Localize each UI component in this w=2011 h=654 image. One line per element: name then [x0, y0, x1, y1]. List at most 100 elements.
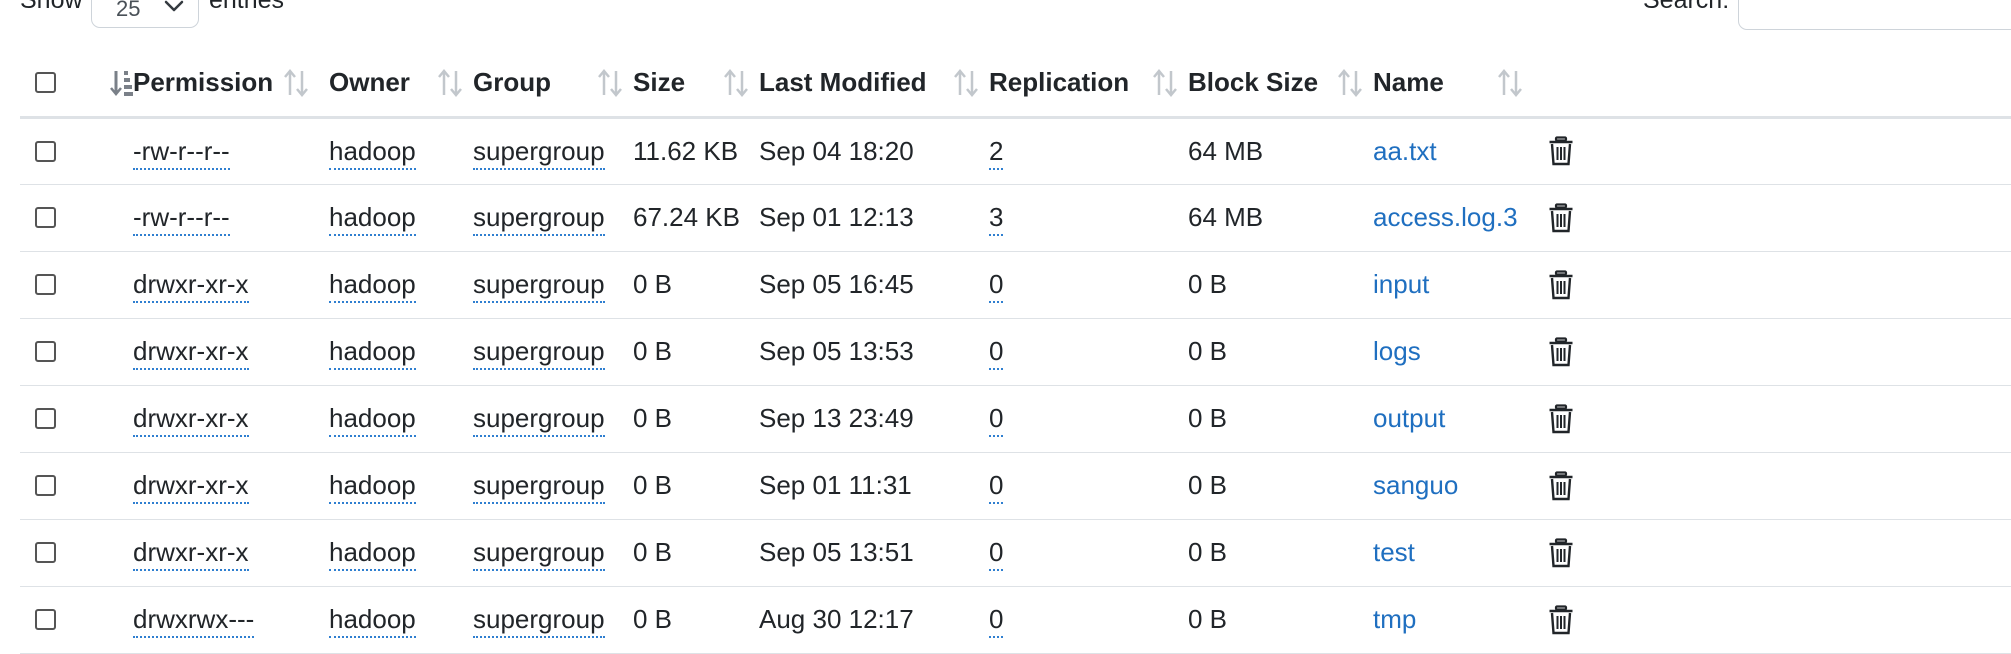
actions-cell: [1533, 385, 2011, 453]
group-value[interactable]: supergroup: [473, 403, 605, 437]
sort-desc-icon[interactable]: [110, 68, 133, 98]
group-value[interactable]: supergroup: [473, 537, 605, 571]
row-checkbox[interactable]: [35, 609, 56, 630]
header-block-size[interactable]: Block Size: [1188, 50, 1373, 119]
row-spacer-cell: [80, 519, 133, 587]
group-value[interactable]: supergroup: [473, 269, 605, 303]
actions-cell: [1533, 452, 2011, 520]
owner-value[interactable]: hadoop: [329, 470, 416, 504]
block-size-cell: 0 B: [1188, 519, 1373, 587]
permission-cell: drwxrwx---: [133, 586, 329, 654]
sort-icon[interactable]: [723, 68, 749, 98]
permission-value[interactable]: drwxr-xr-x: [133, 269, 249, 303]
permission-value[interactable]: -rw-r--r--: [133, 135, 230, 170]
row-spacer-cell: [80, 385, 133, 453]
row-checkbox[interactable]: [35, 207, 56, 228]
file-name-link[interactable]: tmp: [1373, 604, 1416, 634]
trash-icon[interactable]: [1548, 403, 1574, 434]
trash-icon[interactable]: [1548, 136, 1574, 166]
file-name-link[interactable]: logs: [1373, 336, 1421, 366]
file-name-link[interactable]: access.log.3: [1373, 202, 1518, 232]
owner-value[interactable]: hadoop: [329, 403, 416, 437]
row-select-cell: [20, 184, 80, 252]
owner-value[interactable]: hadoop: [329, 537, 416, 571]
trash-icon[interactable]: [1548, 269, 1574, 300]
group-value[interactable]: supergroup: [473, 135, 605, 170]
replication-value[interactable]: 0: [989, 470, 1004, 504]
chevron-down-icon: [164, 0, 184, 12]
owner-value[interactable]: hadoop: [329, 269, 416, 303]
row-select-cell: [20, 519, 80, 587]
sort-icon[interactable]: [283, 68, 309, 98]
select-all-checkbox[interactable]: [35, 72, 56, 94]
group-value[interactable]: supergroup: [473, 336, 605, 370]
row-select-cell: [20, 452, 80, 520]
file-name-link[interactable]: input: [1373, 269, 1429, 299]
owner-value[interactable]: hadoop: [329, 336, 416, 370]
header-name[interactable]: Name: [1373, 50, 1533, 119]
row-checkbox[interactable]: [35, 542, 56, 563]
row-spacer-cell: [80, 117, 133, 185]
search-input[interactable]: [1738, 0, 2011, 30]
permission-value[interactable]: drwxr-xr-x: [133, 336, 249, 370]
replication-value[interactable]: 3: [989, 202, 1004, 236]
entries-label: entries: [209, 0, 285, 14]
search-label: Search:: [1643, 0, 1730, 14]
block-size-cell: 0 B: [1188, 385, 1373, 453]
owner-value[interactable]: hadoop: [329, 202, 416, 236]
trash-icon[interactable]: [1548, 537, 1574, 568]
row-checkbox[interactable]: [35, 475, 56, 496]
trash-icon[interactable]: [1548, 336, 1574, 367]
replication-value[interactable]: 0: [989, 537, 1004, 571]
permission-value[interactable]: drwxr-xr-x: [133, 403, 249, 437]
sort-icon[interactable]: [1152, 68, 1178, 98]
header-permission[interactable]: Permission: [133, 50, 329, 119]
owner-value[interactable]: hadoop: [329, 604, 416, 638]
owner-cell: hadoop: [329, 117, 473, 185]
sort-icon[interactable]: [953, 68, 979, 98]
permission-cell: -rw-r--r--: [133, 184, 329, 252]
group-value[interactable]: supergroup: [473, 604, 605, 638]
sort-column-header[interactable]: [80, 50, 133, 119]
row-checkbox[interactable]: [35, 408, 56, 429]
file-name-link[interactable]: aa.txt: [1373, 136, 1437, 166]
permission-value[interactable]: drwxrwx---: [133, 604, 255, 638]
group-cell: supergroup: [473, 385, 633, 453]
entries-per-page-select[interactable]: 25: [91, 0, 199, 28]
file-name-link[interactable]: sanguo: [1373, 470, 1458, 500]
trash-icon[interactable]: [1548, 604, 1574, 635]
size-cell: 0 B: [633, 519, 759, 587]
trash-icon[interactable]: [1548, 470, 1574, 501]
sort-icon[interactable]: [597, 68, 623, 98]
replication-value[interactable]: 0: [989, 269, 1004, 303]
header-size[interactable]: Size: [633, 50, 759, 119]
permission-value[interactable]: -rw-r--r--: [133, 202, 230, 236]
file-name-link[interactable]: test: [1373, 537, 1415, 567]
permission-value[interactable]: drwxr-xr-x: [133, 537, 249, 571]
group-value[interactable]: supergroup: [473, 470, 605, 504]
sort-icon[interactable]: [1497, 68, 1523, 98]
sort-icon[interactable]: [437, 68, 463, 98]
last-modified-cell: Sep 05 13:51: [759, 519, 989, 587]
replication-value[interactable]: 0: [989, 403, 1004, 437]
trash-icon[interactable]: [1548, 202, 1574, 233]
owner-cell: hadoop: [329, 519, 473, 587]
replication-value[interactable]: 0: [989, 336, 1004, 370]
header-owner[interactable]: Owner: [329, 50, 473, 119]
replication-value[interactable]: 0: [989, 604, 1004, 638]
row-checkbox[interactable]: [35, 274, 56, 295]
file-name-link[interactable]: output: [1373, 403, 1445, 433]
replication-value[interactable]: 2: [989, 135, 1004, 170]
row-checkbox[interactable]: [35, 140, 56, 162]
header-last-modified[interactable]: Last Modified: [759, 50, 989, 119]
permission-value[interactable]: drwxr-xr-x: [133, 470, 249, 504]
row-checkbox[interactable]: [35, 341, 56, 362]
sort-icon[interactable]: [1337, 68, 1363, 98]
header-replication[interactable]: Replication: [989, 50, 1188, 119]
last-modified-value: Sep 05 13:53: [759, 336, 914, 366]
header-group[interactable]: Group: [473, 50, 633, 119]
owner-value[interactable]: hadoop: [329, 135, 416, 170]
group-value[interactable]: supergroup: [473, 202, 605, 236]
replication-cell: 0: [989, 586, 1188, 654]
block-size-value: 64 MB: [1188, 202, 1264, 232]
